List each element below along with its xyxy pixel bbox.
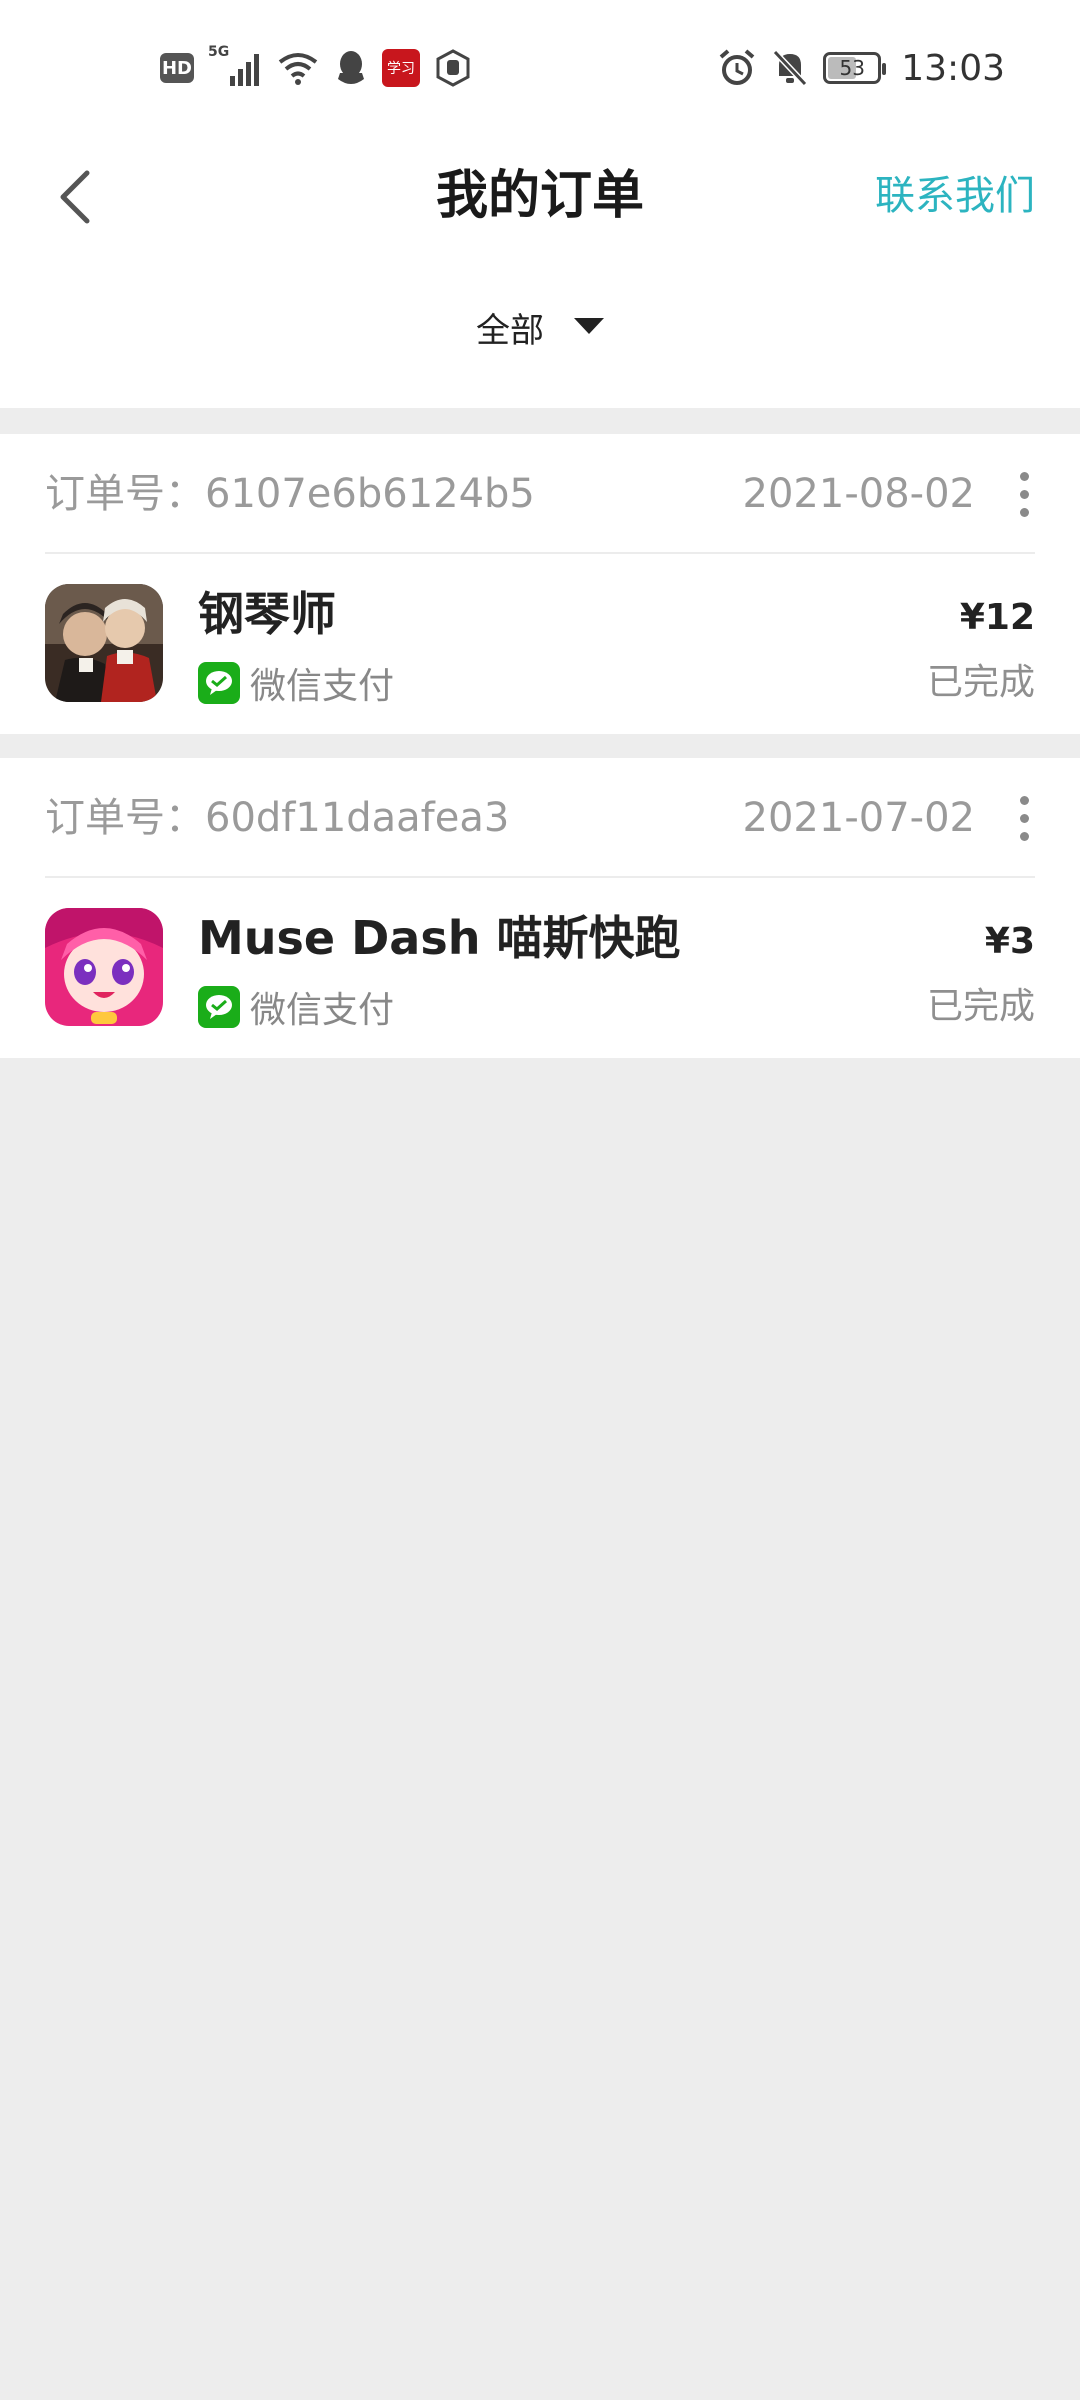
filter-dropdown[interactable]: 全部: [476, 303, 604, 352]
payment-label: 微信支付: [250, 990, 395, 1031]
alarm-icon: [719, 49, 755, 85]
qq-icon: [338, 51, 364, 84]
filter-bar: 全部: [0, 252, 1080, 408]
order-date: 2021-07-02: [742, 795, 975, 841]
more-options-icon[interactable]: [1013, 469, 1035, 519]
order-number: 订单号：6107e6b6124b5: [45, 471, 535, 517]
app-name: 钢琴师: [198, 587, 336, 641]
caret-down-icon: [574, 318, 604, 334]
xuexi-app-icon: 学习: [382, 49, 420, 87]
order-date: 2021-08-02: [742, 471, 975, 517]
payment-method: 微信支付: [198, 661, 394, 707]
clock: 13:03: [901, 47, 1005, 89]
battery-indicator: 53: [823, 52, 887, 84]
nav-header: 我的订单 联系我们: [0, 140, 1080, 252]
order-header: 订单号：60df11daafea3 2021-07-02: [45, 758, 1035, 878]
order-price: ¥3: [984, 921, 1035, 962]
status-bar: HD 5G 学习 53 13:03: [0, 0, 1080, 140]
order-price: ¥12: [959, 597, 1035, 638]
contact-us-link[interactable]: 联系我们: [875, 168, 1035, 224]
app-icon-muse-dash: [45, 908, 163, 1026]
payment-method: 微信支付: [198, 985, 394, 1031]
mute-bell-icon: [773, 49, 808, 87]
wechat-pay-icon: [198, 662, 240, 704]
app-name: Muse Dash 喵斯快跑: [198, 911, 681, 965]
order-card[interactable]: 订单号：60df11daafea3 2021-07-02 Muse Dash 喵…: [0, 758, 1080, 1058]
app-icon-pianist: [45, 584, 163, 702]
wechat-pay-icon: [198, 986, 240, 1028]
signal-icon: 5G: [208, 44, 262, 88]
status-icons-right: 53 13:03: [717, 46, 1005, 90]
battery-level: 53: [839, 56, 865, 80]
wifi-icon: [278, 53, 318, 85]
status-icons-left: HD 5G 学习: [160, 44, 472, 90]
order-card[interactable]: 订单号：6107e6b6124b5 2021-08-02 钢琴师 微信支付 ¥1…: [0, 434, 1080, 734]
order-header: 订单号：6107e6b6124b5 2021-08-02: [45, 434, 1035, 554]
filter-selected-label: 全部: [476, 310, 544, 351]
network-type-label: 5G: [208, 44, 230, 60]
hd-badge: HD: [160, 53, 194, 83]
order-status: 已完成: [926, 662, 1035, 703]
order-number: 订单号：60df11daafea3: [45, 795, 510, 841]
payment-label: 微信支付: [250, 666, 395, 707]
more-options-icon[interactable]: [1013, 793, 1035, 843]
hand-shield-icon: [436, 49, 470, 87]
order-status: 已完成: [926, 986, 1035, 1027]
